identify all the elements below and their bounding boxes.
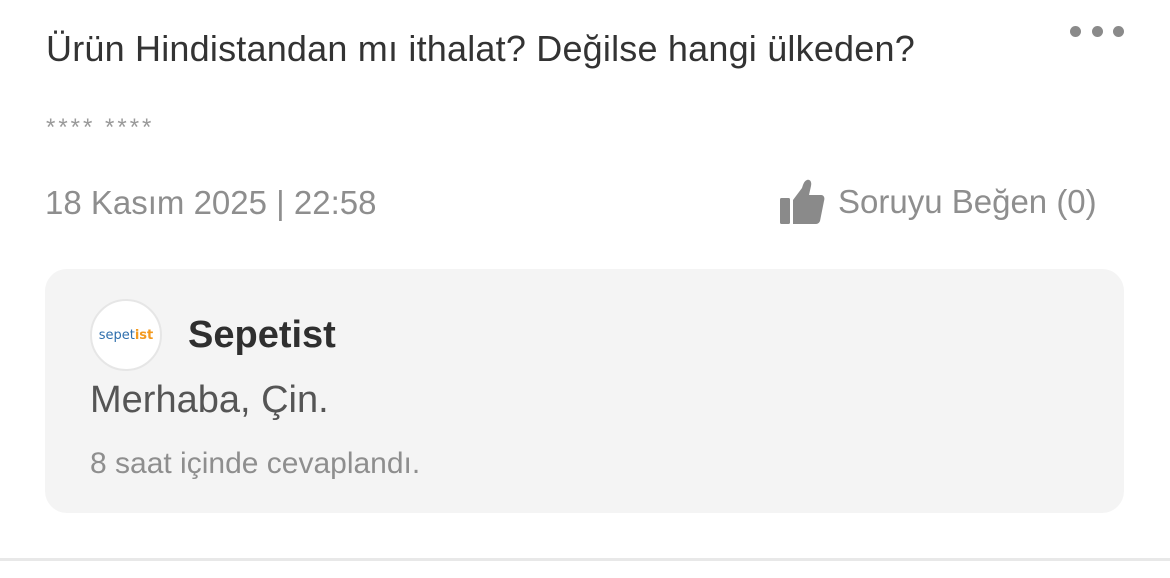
seller-name[interactable]: Sepetist	[188, 314, 336, 357]
seller-logo-part1: sepet	[98, 327, 135, 343]
seller-avatar[interactable]: sepet ist	[90, 299, 162, 371]
question-text: Ürün Hindistandan mı ithalat? Değilse ha…	[46, 28, 915, 69]
more-horizontal-icon	[1070, 25, 1081, 37]
more-options-button[interactable]	[1070, 18, 1124, 44]
seller-logo-part2: ist	[134, 327, 154, 343]
answer-card: sepet ist Sepetist Merhaba, Çin. 8 saat i…	[45, 269, 1124, 513]
answer-text: Merhaba, Çin.	[90, 379, 329, 421]
question-author: **** ****	[46, 114, 155, 141]
like-question-label: Soruyu Beğen (0)	[838, 183, 1097, 220]
answer-response-time: 8 saat içinde cevaplandı.	[90, 447, 421, 480]
thumbs-up-icon	[780, 179, 825, 224]
question-date: 18 Kasım 2025 | 22:58	[45, 184, 377, 221]
like-question-button[interactable]: Soruyu Beğen (0)	[778, 177, 1097, 227]
divider	[0, 558, 1170, 561]
question-item: Ürün Hindistandan mı ithalat? Değilse ha…	[0, 0, 1170, 578]
